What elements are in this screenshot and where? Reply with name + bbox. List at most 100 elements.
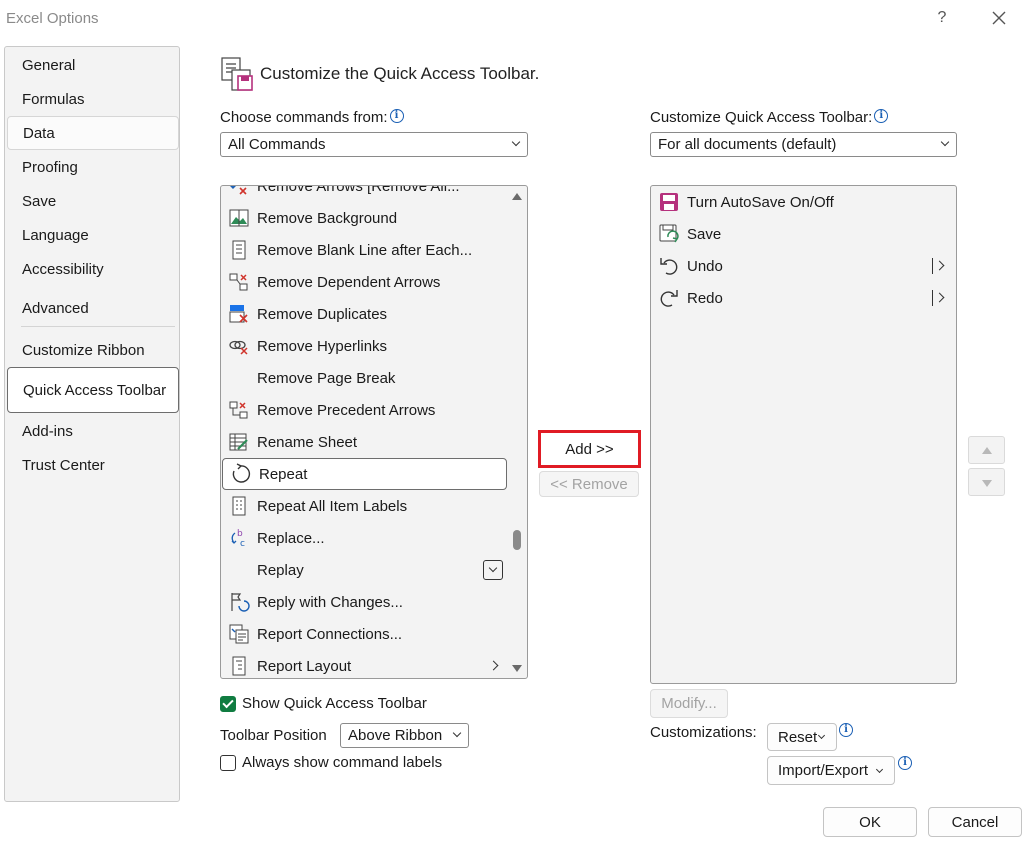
list-item-replace[interactable]: bc Replace... bbox=[221, 522, 507, 554]
nav-item-formulas[interactable]: Formulas bbox=[7, 82, 179, 116]
arrow-down-icon bbox=[982, 480, 992, 487]
list-item-repeat[interactable]: Repeat bbox=[222, 458, 507, 490]
nav-item-label: Customize Ribbon bbox=[22, 341, 145, 359]
reset-button[interactable]: Reset bbox=[767, 723, 837, 751]
list-item-reply-with-changes[interactable]: Reply with Changes... bbox=[221, 586, 507, 618]
list-item-remove-page-break[interactable]: Remove Page Break bbox=[221, 362, 507, 394]
arrow-up-icon bbox=[982, 447, 992, 454]
add-button[interactable]: Add >> bbox=[538, 430, 641, 468]
repeat-all-item-labels-icon bbox=[221, 490, 257, 522]
chevron-right-icon[interactable] bbox=[932, 258, 946, 274]
list-item-remove-dependent-arrows[interactable]: Remove Dependent Arrows bbox=[221, 266, 507, 298]
reply-with-changes-icon bbox=[221, 586, 257, 618]
always-show-labels-checkbox[interactable] bbox=[220, 754, 236, 771]
choose-commands-text: Choose commands from: bbox=[220, 109, 388, 126]
scroll-thumb[interactable] bbox=[513, 530, 521, 550]
list-item-remove-duplicates[interactable]: Remove Duplicates bbox=[221, 298, 507, 330]
nav-item-label: Trust Center bbox=[22, 456, 105, 474]
nav-item-general[interactable]: General bbox=[7, 48, 179, 82]
always-show-labels-option[interactable]: Always show command labels bbox=[220, 754, 442, 771]
info-icon[interactable]: i bbox=[874, 109, 889, 123]
list-item-remove-background[interactable]: Remove Background bbox=[221, 202, 507, 234]
cancel-button[interactable]: Cancel bbox=[928, 807, 1022, 837]
commands-scrollbar[interactable] bbox=[507, 186, 527, 678]
import-export-button[interactable]: Import/Export bbox=[767, 756, 895, 785]
list-item-label: Remove Arrows [Remove All... bbox=[257, 185, 460, 195]
nav-item-language[interactable]: Language bbox=[7, 218, 179, 252]
list-item-remove-arrows[interactable]: Remove Arrows [Remove All... bbox=[221, 185, 507, 202]
autosave-icon bbox=[651, 186, 687, 218]
nav-item-label: General bbox=[22, 56, 76, 74]
undo-icon bbox=[651, 250, 687, 282]
nav-item-save[interactable]: Save bbox=[7, 184, 179, 218]
nav-item-proofing[interactable]: Proofing bbox=[7, 150, 179, 184]
nav-item-advanced[interactable]: Advanced bbox=[7, 291, 179, 325]
list-item-report-connections[interactable]: Report Connections... bbox=[221, 618, 507, 650]
report-connections-icon bbox=[221, 618, 257, 650]
toolbar-item-undo[interactable]: Undo bbox=[651, 250, 956, 282]
remove-duplicates-icon bbox=[221, 298, 257, 330]
move-up-button[interactable] bbox=[968, 436, 1005, 464]
nav-item-accessibility[interactable]: Accessibility bbox=[7, 252, 179, 286]
add-button-label: Add >> bbox=[565, 440, 614, 458]
chevron-right-icon bbox=[488, 660, 499, 671]
customize-qat-label: Customize Quick Access Toolbar: i bbox=[650, 109, 889, 126]
toolbar-item-redo[interactable]: Redo bbox=[651, 282, 956, 314]
show-qat-option[interactable]: Show Quick Access Toolbar bbox=[220, 695, 427, 712]
move-down-button[interactable] bbox=[968, 468, 1005, 496]
toolbar-position-select[interactable]: Above Ribbon bbox=[340, 723, 469, 748]
ok-button[interactable]: OK bbox=[823, 807, 917, 837]
list-item-rename-sheet[interactable]: Rename Sheet bbox=[221, 426, 507, 458]
close-button[interactable] bbox=[984, 4, 1014, 32]
toolbar-item-label: Save bbox=[687, 225, 722, 243]
nav-item-label: Add-ins bbox=[22, 422, 73, 440]
info-icon[interactable]: i bbox=[389, 109, 404, 123]
list-item-label: Remove Precedent Arrows bbox=[257, 401, 436, 419]
chevron-down-icon bbox=[511, 137, 521, 147]
help-button[interactable]: ? bbox=[927, 4, 957, 32]
close-icon bbox=[992, 11, 1006, 25]
list-item-label: Report Layout bbox=[257, 657, 352, 675]
toolbar-item-autosave[interactable]: Turn AutoSave On/Off bbox=[651, 186, 956, 218]
info-icon[interactable]: i bbox=[839, 723, 853, 737]
toolbar-item-save[interactable]: Save bbox=[651, 218, 956, 250]
scroll-down-icon[interactable] bbox=[512, 665, 522, 672]
list-item-remove-hyperlinks[interactable]: Remove Hyperlinks bbox=[221, 330, 507, 362]
remove-button[interactable]: << Remove bbox=[539, 471, 639, 497]
nav-item-customize-ribbon[interactable]: Customize Ribbon bbox=[7, 333, 179, 367]
list-item-replay[interactable]: Replay bbox=[221, 554, 507, 586]
nav-item-trust-center[interactable]: Trust Center bbox=[7, 448, 179, 482]
list-item-label: Rename Sheet bbox=[257, 433, 358, 451]
chevron-down-icon bbox=[940, 137, 950, 147]
choose-commands-select[interactable]: All Commands bbox=[220, 132, 528, 157]
list-item-label: Replace... bbox=[257, 529, 325, 547]
nav-item-data[interactable]: Data bbox=[7, 116, 179, 150]
scroll-up-icon[interactable] bbox=[512, 193, 522, 200]
list-item-repeat-all-item-labels[interactable]: Repeat All Item Labels bbox=[221, 490, 507, 522]
toolbar-commands-list[interactable]: Turn AutoSave On/Off Save Undo Redo bbox=[650, 185, 957, 684]
chevron-down-icon bbox=[875, 765, 884, 774]
report-layout-icon bbox=[221, 650, 257, 678]
import-export-button-label: Import/Export bbox=[778, 762, 869, 779]
chevron-right-icon[interactable] bbox=[932, 290, 946, 306]
blank-icon bbox=[221, 554, 257, 586]
svg-text:c: c bbox=[240, 539, 245, 549]
show-qat-label: Show Quick Access Toolbar bbox=[242, 695, 427, 712]
list-item-label: Replay bbox=[257, 561, 304, 579]
customizations-label: Customizations: bbox=[650, 724, 757, 741]
list-item-remove-blank-line[interactable]: Remove Blank Line after Each... bbox=[221, 234, 507, 266]
commands-list[interactable]: Remove Arrows [Remove All... Remove Back… bbox=[220, 185, 528, 679]
nav-item-add-ins[interactable]: Add-ins bbox=[7, 414, 179, 448]
choose-commands-label: Choose commands from: i bbox=[220, 109, 404, 126]
list-item-report-layout[interactable]: Report Layout bbox=[221, 650, 507, 678]
info-icon[interactable]: i bbox=[898, 756, 912, 770]
remove-dependent-arrows-icon bbox=[221, 266, 257, 298]
modify-button[interactable]: Modify... bbox=[650, 689, 728, 718]
nav-item-quick-access-toolbar[interactable]: Quick Access Toolbar bbox=[7, 367, 179, 413]
list-item-remove-precedent-arrows[interactable]: Remove Precedent Arrows bbox=[221, 394, 507, 426]
choose-commands-value: All Commands bbox=[228, 136, 326, 153]
customize-qat-select[interactable]: For all documents (default) bbox=[650, 132, 957, 157]
show-qat-checkbox[interactable] bbox=[220, 695, 236, 712]
nav-item-label: Proofing bbox=[22, 158, 78, 176]
remove-hyperlinks-icon bbox=[221, 330, 257, 362]
